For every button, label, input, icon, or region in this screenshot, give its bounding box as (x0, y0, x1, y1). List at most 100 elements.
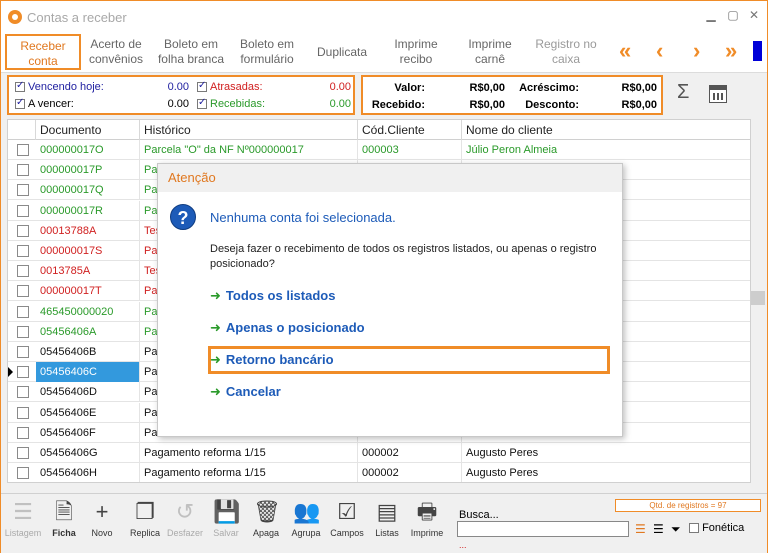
search-options-dots[interactable]: ... (459, 540, 467, 550)
cell-documento[interactable]: 000000017T (36, 281, 140, 302)
row-checkbox[interactable] (17, 467, 29, 480)
tab-boleto-folha-branca[interactable]: Boleto em folha branca (153, 34, 229, 70)
table-row[interactable]: 05456406H Pagamento reforma 1/15 000002 Aug… (8, 463, 750, 482)
option-apenas-posicionado[interactable]: ➜ Apenas o posicionado (210, 320, 365, 336)
search-input[interactable] (457, 521, 629, 537)
filter-atrasadas[interactable]: Atrasadas: (197, 80, 263, 93)
scrollbar-thumb[interactable] (751, 291, 765, 305)
next-record-icon[interactable]: › (693, 39, 700, 63)
row-checkbox[interactable] (17, 144, 29, 156)
apaga-button[interactable]: 🗑 Apaga (246, 499, 286, 547)
table-row[interactable]: 000000017O Parcela "O" da NF Nº000000017 0… (8, 140, 750, 160)
option-retorno-bancario[interactable]: ➜ Retorno bancário (210, 352, 334, 368)
option-todos-listados[interactable]: ➜ Todos os listados (210, 288, 335, 304)
cell-documento[interactable]: 000000017Q (36, 180, 140, 201)
cell-documento[interactable]: 05456406F (36, 422, 140, 443)
row-checkbox[interactable] (17, 366, 29, 379)
tab-acerto-convenios[interactable]: Acerto de convênios (83, 34, 149, 70)
table-row[interactable]: 05456406G Pagamento reforma 1/15 000002 Aug… (8, 443, 750, 463)
cell-cod-cliente[interactable]: 000002 (358, 443, 462, 463)
sum-icon[interactable]: Σ (677, 81, 689, 104)
header-historico[interactable]: Histórico (140, 120, 358, 140)
row-checkbox[interactable] (17, 305, 29, 318)
tab-imprime-carne[interactable]: Imprime carnê (457, 34, 523, 70)
salvar-button[interactable]: 💾 Salvar (206, 499, 246, 547)
novo-button[interactable]: + Novo (82, 499, 122, 547)
maximize-icon[interactable]: ▢ (725, 7, 741, 23)
cell-documento[interactable]: 000000017R (36, 200, 140, 221)
cell-nome-cliente[interactable]: Augusto Peres (462, 443, 750, 463)
row-checkbox[interactable] (17, 204, 29, 217)
row-checkbox[interactable] (17, 346, 29, 358)
agrupa-button[interactable]: 👥 Agrupa (286, 499, 326, 547)
filter-icon[interactable]: ⏷ (671, 522, 681, 536)
cell-documento[interactable]: 000000017S (36, 241, 140, 261)
cell-historico[interactable]: Pagamento reforma 1/15 (140, 463, 358, 482)
cell-documento[interactable]: 465450000020 (36, 301, 140, 322)
filter-vencendo-hoje[interactable]: Vencendo hoje: (15, 80, 104, 93)
fonetica-checkbox[interactable] (689, 523, 699, 534)
header-documento[interactable]: Documento (36, 120, 140, 140)
recebidas-checkbox[interactable] (197, 97, 207, 110)
filter-recebidas[interactable]: Recebidas: (197, 97, 265, 110)
replica-button[interactable]: ❐ Replica (125, 499, 165, 547)
minimize-icon[interactable]: ▁ (703, 7, 719, 23)
attention-dialog: Atenção ? Nenhuma conta foi selecionada.… (157, 163, 623, 437)
cell-documento[interactable]: 05456406A (36, 321, 140, 342)
row-checkbox[interactable] (17, 386, 29, 399)
cell-nome-cliente[interactable]: Augusto Peres (462, 463, 750, 482)
row-checkbox[interactable] (17, 447, 29, 459)
campos-button[interactable]: ☑ Campos (327, 499, 367, 547)
cell-documento[interactable]: 0013785A (36, 261, 140, 282)
filter-a-vencer[interactable]: A vencer: (15, 97, 74, 110)
row-checkbox[interactable] (17, 426, 29, 439)
cell-cod-cliente[interactable]: 000002 (358, 463, 462, 482)
close-icon[interactable]: ✕ (746, 7, 762, 23)
tab-boleto-formulario[interactable]: Boleto em formulário (233, 34, 301, 70)
cell-documento[interactable]: 05456406G (36, 443, 140, 463)
row-checkbox[interactable] (17, 224, 29, 237)
tab-imprime-recibo[interactable]: Imprime recibo (383, 34, 449, 70)
align-left-icon[interactable]: ☰ (635, 522, 646, 536)
tab-receber-conta[interactable]: Receber conta (5, 34, 81, 70)
atrasadas-checkbox[interactable] (197, 80, 207, 93)
row-checkbox[interactable] (17, 164, 29, 177)
first-record-icon[interactable]: « (619, 39, 631, 63)
cell-historico[interactable]: Pagamento reforma 1/15 (140, 443, 358, 463)
a-vencer-checkbox[interactable] (15, 97, 25, 110)
cell-documento[interactable]: 05456406D (36, 382, 140, 403)
calendar-icon[interactable] (709, 85, 727, 103)
row-checkbox[interactable] (17, 285, 29, 298)
cell-documento[interactable]: 05456406C (36, 362, 140, 383)
cell-documento[interactable]: 000000017O (36, 140, 140, 160)
row-checkbox[interactable] (17, 265, 29, 278)
cell-documento[interactable]: 05456406H (36, 463, 140, 482)
cell-documento[interactable]: 05456406E (36, 402, 140, 423)
cell-cod-cliente[interactable]: 000003 (358, 140, 462, 160)
filter-panel: Vencendo hoje: 0.00 A vencer: 0.00 Atras… (7, 75, 355, 115)
align-center-icon[interactable]: ☰ (653, 522, 664, 536)
listagem-button[interactable]: ☰ Listagem (3, 499, 43, 547)
fonetica-option[interactable]: Fonética (689, 522, 744, 534)
row-checkbox[interactable] (17, 184, 29, 197)
row-checkbox[interactable] (17, 406, 29, 419)
ficha-button[interactable]: 🗎 Ficha (44, 499, 84, 547)
vencendo-hoje-checkbox[interactable] (15, 80, 25, 93)
last-record-icon[interactable]: » (725, 39, 737, 63)
desfazer-button[interactable]: ↺ Desfazer (165, 499, 205, 547)
imprime-button[interactable]: 🖶 Imprime (407, 499, 447, 547)
tab-registro-caixa[interactable]: Registro no caixa (529, 34, 603, 70)
row-checkbox[interactable] (17, 245, 29, 257)
cell-documento[interactable]: 00013788A (36, 220, 140, 241)
option-cancelar[interactable]: ➜ Cancelar (210, 384, 281, 400)
cell-documento[interactable]: 05456406B (36, 342, 140, 362)
cell-documento[interactable]: 000000017P (36, 160, 140, 181)
tab-duplicata[interactable]: Duplicata (309, 34, 375, 70)
cell-nome-cliente[interactable]: Júlio Peron Almeia (462, 140, 750, 160)
header-nome-cliente[interactable]: Nome do cliente (462, 120, 750, 140)
cell-historico[interactable]: Parcela "O" da NF Nº000000017 (140, 140, 358, 160)
header-cod-cliente[interactable]: Cód.Cliente (358, 120, 462, 140)
row-checkbox[interactable] (17, 325, 29, 338)
listas-button[interactable]: ▤ Listas (367, 499, 407, 547)
previous-record-icon[interactable]: ‹ (656, 39, 663, 63)
